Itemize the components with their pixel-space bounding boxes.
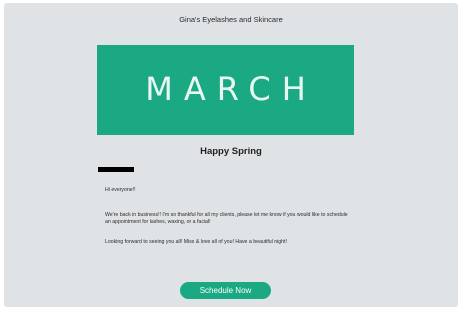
hero-banner: MARCH bbox=[97, 45, 354, 135]
hero-title: MARCH bbox=[145, 70, 317, 108]
email-headline: Happy Spring bbox=[200, 146, 262, 157]
closing-paragraph: Looking forward to seeing you all! Miss … bbox=[105, 239, 287, 245]
section-divider bbox=[98, 167, 134, 172]
brand-name: Gina's Eyelashes and Skincare bbox=[179, 15, 283, 24]
schedule-now-button[interactable]: Schedule Now bbox=[180, 282, 271, 299]
body-paragraph: We're back in business!! I'm so thankful… bbox=[105, 212, 348, 225]
greeting-paragraph: Hi everyone!! bbox=[105, 187, 136, 193]
email-canvas: Gina's Eyelashes and Skincare MARCH Happ… bbox=[4, 3, 458, 307]
